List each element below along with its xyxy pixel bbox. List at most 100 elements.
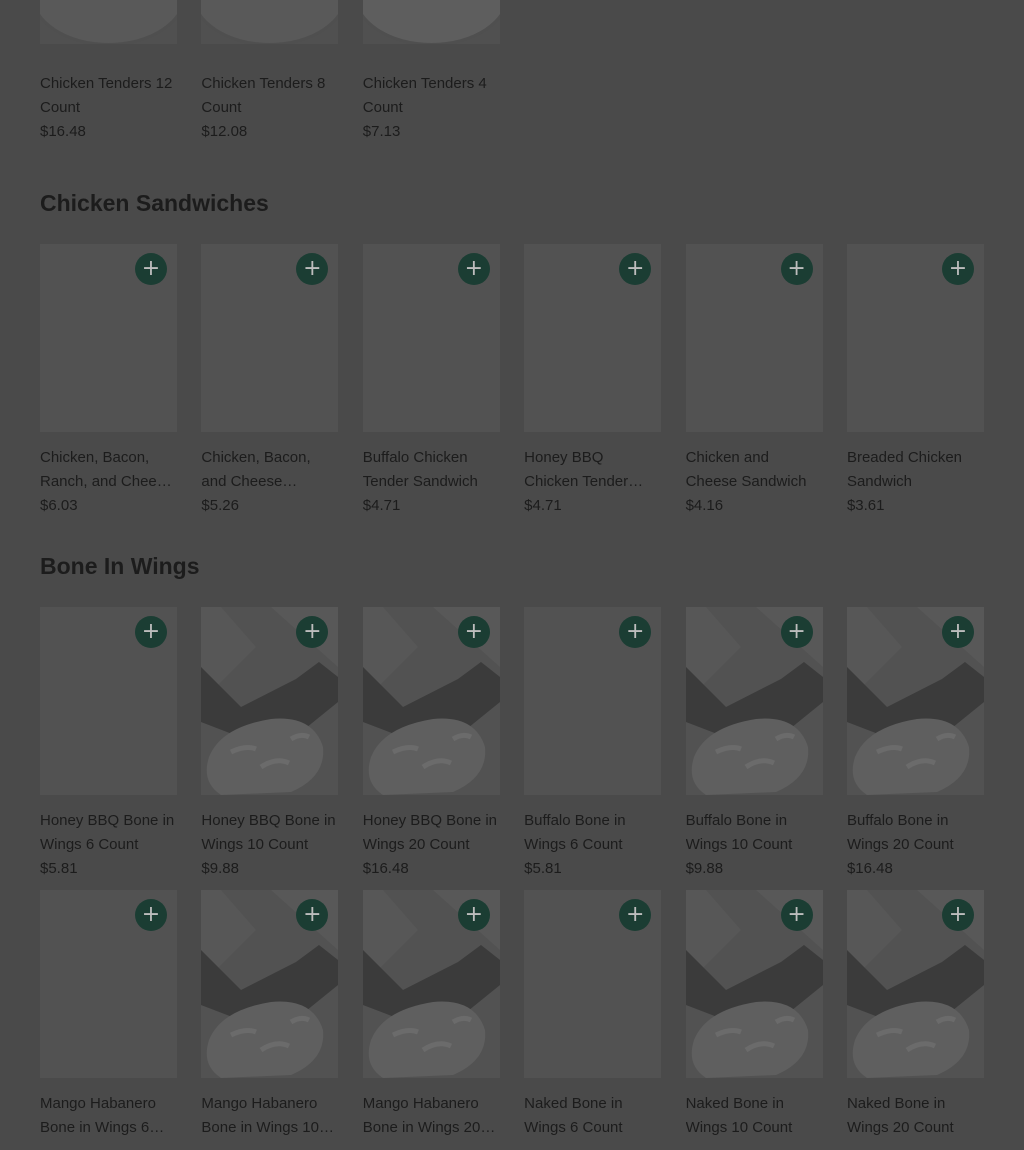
item-price: $16.48 [362,860,409,877]
placeholder-image: + [846,607,984,795]
food-image: + [524,607,662,795]
item-price: $5.81 [524,860,562,877]
item-name: Chicken and Cheese Sandwich [685,449,807,490]
add-button[interactable]: + [457,616,490,648]
item-price: $16.48 [846,860,893,877]
food-image: + [685,244,823,432]
placeholder-image: + [362,607,500,795]
menu-card[interactable]: + Buffalo Bone in Wings 20 Count $16.48 [846,607,984,877]
food-image: + [846,244,984,432]
menu-card[interactable]: + Chicken, Bacon, Ranch, and Cheese Sand… [40,244,177,514]
item-name: Chicken Tenders 8 Count [201,75,326,116]
add-button[interactable]: + [780,253,813,285]
food-image [362,0,500,44]
food-image: + [524,244,662,432]
item-price: $9.88 [685,860,724,877]
item-name: Chicken Tenders 4 Count [362,75,487,116]
food-image [201,0,339,44]
placeholder-image: + [201,890,339,1078]
item-name: Chicken, Bacon, and Cheese Sandwich [201,449,311,490]
add-button[interactable]: + [941,616,974,648]
add-button[interactable]: + [135,899,167,931]
placeholder-image: + [362,890,500,1078]
add-button[interactable]: + [941,899,974,931]
item-name: Buffalo Bone in Wings 10 Count [685,812,793,853]
menu-card[interactable]: + Honey BBQ Bone in Wings 6 Count $5.81 [40,607,177,877]
item-name: Mango Habanero Bone in Wings 20 Count [362,1095,481,1136]
item-price: $7.13 [362,123,401,140]
menu-card[interactable]: + Buffalo Chicken Tender Sandwich $4.71 [362,244,500,514]
item-price: $4.71 [524,497,562,514]
item-name: Naked Bone in Wings 6 Count [524,1095,623,1136]
menu-card[interactable]: Chicken Tenders 4 Count $7.13 [362,0,500,146]
item-name: Buffalo Chicken Tender Sandwich [362,449,478,490]
add-button[interactable]: + [619,616,652,648]
menu-card[interactable]: + Honey BBQ Bone in Wings 20 Count $16.4… [362,607,500,877]
food-image: + [40,890,177,1078]
add-button[interactable]: + [296,253,329,285]
add-button[interactable]: + [619,899,652,931]
menu-page: Chicken Tenders 12 Count $16.48 Chicken … [0,0,1024,1136]
item-name: Honey BBQ Chicken Tender Sandwich [524,449,629,490]
item-price: $3.61 [846,497,885,514]
placeholder-image: + [685,890,823,1078]
item-name: Buffalo Bone in Wings 20 Count [846,812,954,853]
item-name: Naked Bone in Wings 10 Count [685,1095,793,1136]
item-name: Breaded Chicken Sandwich [846,449,963,490]
menu-card[interactable]: + Mango Habanero Bone in Wings 10 Count [201,890,339,1150]
menu-card[interactable]: + Chicken, Bacon, and Cheese Sandwich $5… [201,244,339,514]
item-name: Chicken, Bacon, Ranch, and Cheese Sandwi… [40,449,173,490]
add-button[interactable]: + [457,253,490,285]
menu-card[interactable]: + Mango Habanero Bone in Wings 6 Count [40,890,177,1150]
item-name: Honey BBQ Bone in Wings 10 Count [201,812,336,853]
menu-card[interactable]: + Breaded Chicken Sandwich $3.61 [846,244,984,514]
item-price: $5.26 [201,497,239,514]
add-button[interactable]: + [135,253,167,285]
placeholder-image: + [685,607,823,795]
menu-card[interactable]: + Mango Habanero Bone in Wings 20 Count [362,890,500,1150]
add-button[interactable]: + [457,899,490,931]
menu-card[interactable]: + Honey BBQ Bone in Wings 10 Count $9.88 [201,607,339,877]
add-button[interactable]: + [780,616,813,648]
item-name: Honey BBQ Bone in Wings 6 Count [40,812,175,853]
menu-card[interactable]: + Buffalo Bone in Wings 6 Count $5.81 [524,607,662,877]
food-image: + [524,890,662,1078]
item-price: $16.48 [40,123,86,140]
menu-card[interactable]: + Chicken and Cheese Sandwich $4.16 [685,244,823,514]
item-name: Chicken Tenders 12 Count [40,75,173,116]
placeholder-image: + [201,607,339,795]
food-image: + [40,607,177,795]
section-title: Bone In Wings [40,553,200,579]
menu-card[interactable]: Chicken Tenders 12 Count $16.48 [40,0,177,146]
wings-grid: + Honey BBQ Bone in Wings 6 Count $5.81 … [40,607,984,1150]
menu-card[interactable]: Chicken Tenders 8 Count $12.08 [201,0,339,146]
add-button[interactable]: + [619,253,652,285]
item-name: Naked Bone in Wings 20 Count [846,1095,954,1136]
item-price: $5.81 [40,860,78,877]
food-image: + [362,244,500,432]
food-image: + [40,244,177,432]
section-title: Chicken Sandwiches [40,190,269,216]
add-button[interactable]: + [780,899,813,931]
menu-card[interactable]: + Honey BBQ Chicken Tender Sandwich $4.7… [524,244,662,514]
item-name: Mango Habanero Bone in Wings 6 Count [40,1095,156,1136]
item-name: Mango Habanero Bone in Wings 10 Count [201,1095,319,1136]
menu-card[interactable]: + Naked Bone in Wings 20 Count [846,890,984,1150]
placeholder-image: + [846,890,984,1078]
item-price: $4.71 [362,497,401,514]
tenders-grid: Chicken Tenders 12 Count $16.48 Chicken … [40,0,984,146]
item-price: $12.08 [201,123,248,140]
menu-card[interactable]: + Naked Bone in Wings 10 Count [685,890,823,1150]
add-button[interactable]: + [941,253,974,285]
menu-card[interactable]: + Naked Bone in Wings 6 Count [524,890,662,1150]
item-name: Buffalo Bone in Wings 6 Count [524,812,626,853]
sandwiches-grid: + Chicken, Bacon, Ranch, and Cheese Sand… [40,244,984,514]
item-price: $4.16 [685,497,724,514]
add-button[interactable]: + [135,616,167,648]
menu-card[interactable]: + Buffalo Bone in Wings 10 Count $9.88 [685,607,823,877]
item-price: $9.88 [201,860,239,877]
food-image: + [201,244,339,432]
item-name: Honey BBQ Bone in Wings 20 Count [362,812,498,853]
item-price: $6.03 [40,497,78,514]
food-image [40,0,177,44]
